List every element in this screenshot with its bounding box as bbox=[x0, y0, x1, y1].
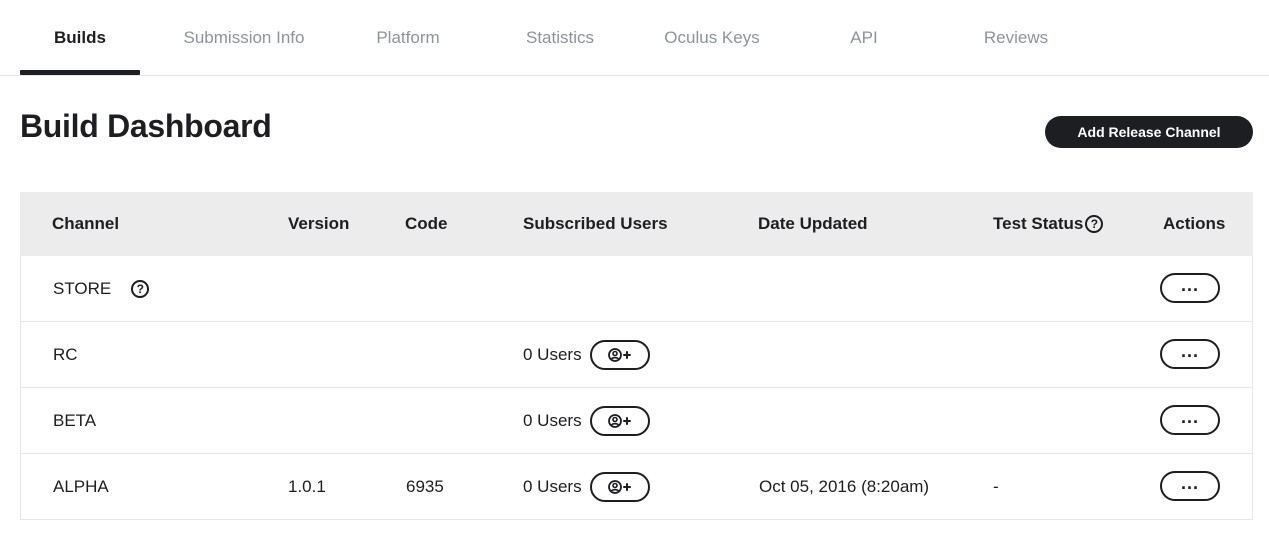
table-row: ALPHA 1.0.1 6935 0 Users Oct 05, 2016 (8… bbox=[20, 454, 1253, 520]
table-row: RC 0 Users ... bbox=[20, 322, 1253, 388]
add-user-icon bbox=[607, 347, 631, 362]
table-row: BETA 0 Users ... bbox=[20, 388, 1253, 454]
header-code: Code bbox=[405, 214, 448, 233]
active-tab-indicator bbox=[20, 70, 140, 75]
more-actions-button[interactable]: ... bbox=[1160, 273, 1220, 303]
add-user-button[interactable] bbox=[589, 339, 650, 370]
tab-bar: Builds Submission Info Platform Statisti… bbox=[0, 0, 1269, 76]
tab-platform[interactable]: Platform bbox=[348, 0, 468, 75]
more-actions-button[interactable]: ... bbox=[1160, 339, 1220, 369]
more-actions-button[interactable]: ... bbox=[1160, 405, 1220, 435]
header-actions: Actions bbox=[1163, 214, 1226, 233]
tab-submission-info[interactable]: Submission Info bbox=[170, 0, 318, 75]
more-horizontal-icon: ... bbox=[1180, 275, 1199, 295]
users-count: 0 Users bbox=[523, 476, 582, 496]
channel-name: STORE bbox=[53, 278, 112, 298]
tab-builds[interactable]: Builds bbox=[20, 0, 140, 75]
channel-name: RC bbox=[53, 344, 78, 364]
add-user-icon bbox=[607, 413, 631, 428]
header-test-status-label: Test Status bbox=[993, 214, 1084, 233]
page-title: Build Dashboard bbox=[20, 108, 272, 144]
header-subscribed-users: Subscribed Users bbox=[523, 214, 668, 233]
subscribed-users-cell: 0 Users bbox=[523, 454, 650, 519]
tab-api[interactable]: API bbox=[804, 0, 924, 75]
builds-table: Channel Version Code Subscribed Users Da… bbox=[20, 192, 1253, 520]
add-user-icon bbox=[607, 479, 631, 494]
users-count: 0 Users bbox=[523, 344, 582, 364]
code-cell: 6935 bbox=[406, 476, 444, 496]
test-status-cell: - bbox=[993, 476, 999, 496]
tab-reviews[interactable]: Reviews bbox=[956, 0, 1076, 75]
date-updated-cell: Oct 05, 2016 (8:20am) bbox=[759, 476, 930, 496]
more-horizontal-icon: ... bbox=[1180, 341, 1199, 361]
tab-statistics[interactable]: Statistics bbox=[500, 0, 620, 75]
table-row: STORE ? ... bbox=[20, 256, 1253, 322]
channel-name: BETA bbox=[53, 410, 97, 430]
add-user-button[interactable] bbox=[589, 471, 650, 502]
header-test-status: Test Status ? bbox=[993, 192, 1104, 256]
users-count: 0 Users bbox=[523, 410, 582, 430]
question-circle-icon[interactable]: ? bbox=[131, 279, 150, 298]
subscribed-users-cell: 0 Users bbox=[523, 322, 650, 387]
subscribed-users-cell: 0 Users bbox=[523, 388, 650, 453]
table-header: Channel Version Code Subscribed Users Da… bbox=[20, 192, 1253, 256]
more-actions-button[interactable]: ... bbox=[1160, 471, 1220, 501]
add-user-button[interactable] bbox=[589, 405, 650, 436]
add-release-channel-button[interactable]: Add Release Channel bbox=[1045, 116, 1253, 148]
header-date-updated: Date Updated bbox=[758, 214, 868, 233]
channel-name: ALPHA bbox=[53, 476, 109, 496]
more-horizontal-icon: ... bbox=[1180, 473, 1199, 493]
header-version: Version bbox=[288, 214, 350, 233]
tab-oculus-keys[interactable]: Oculus Keys bbox=[652, 0, 772, 75]
question-circle-icon[interactable]: ? bbox=[1085, 215, 1104, 233]
version-cell: 1.0.1 bbox=[288, 476, 326, 496]
more-horizontal-icon: ... bbox=[1180, 407, 1199, 427]
channel-cell: STORE ? bbox=[53, 256, 150, 321]
header-channel: Channel bbox=[52, 214, 120, 233]
